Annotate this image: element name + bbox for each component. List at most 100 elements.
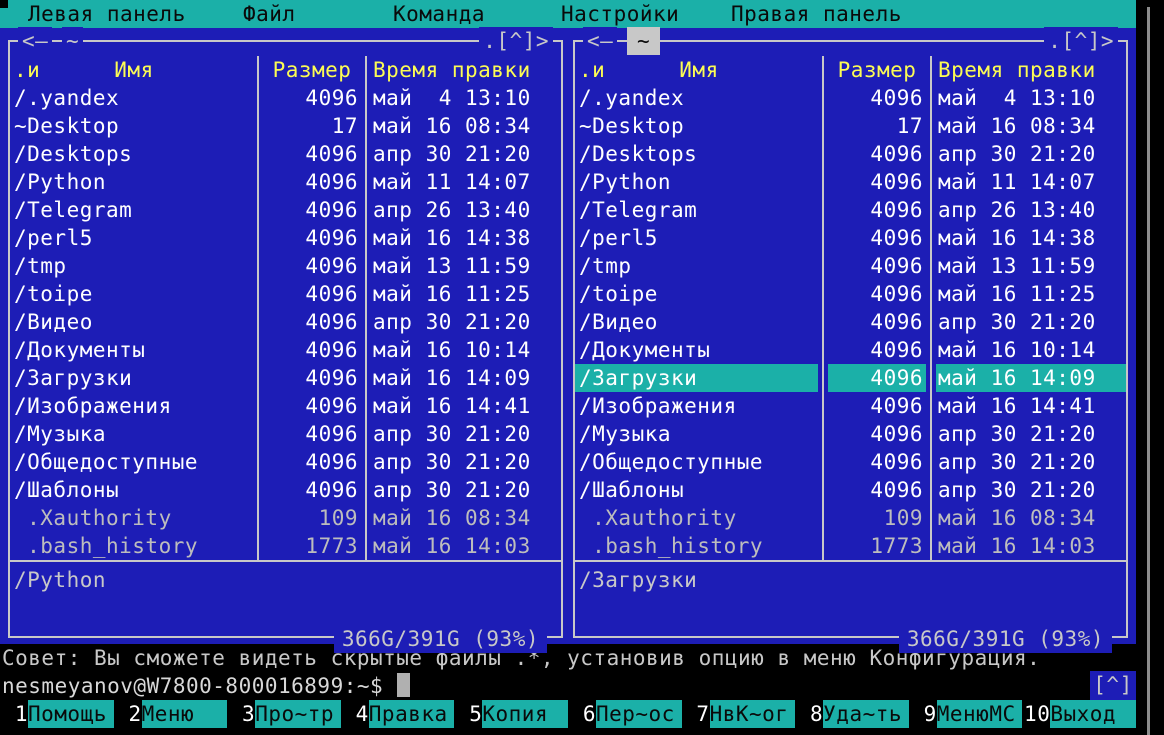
file-row[interactable]: /Видео 4096 апр 30 21:20	[10, 308, 561, 336]
panel-path-label[interactable]: ~	[627, 27, 660, 55]
file-row[interactable]: /Шаблоны 4096 апр 30 21:20	[575, 476, 1126, 504]
file-name: /Общедоступные	[10, 448, 258, 476]
file-row[interactable]: /Desktops 4096 апр 30 21:20	[575, 140, 1126, 168]
file-row[interactable]: /.yandex 4096 май 4 13:10	[10, 84, 561, 112]
menu-item-file[interactable]: Файл	[243, 0, 296, 28]
file-size: 4096	[258, 420, 366, 448]
fkey-button[interactable]: 10 Выход	[1022, 700, 1136, 728]
column-header-mtime[interactable]: Время правки	[931, 56, 1126, 84]
file-name: /Загрузки	[575, 364, 823, 392]
file-row[interactable]: /tmp 4096 май 13 11:59	[10, 252, 561, 280]
file-row[interactable]: /Telegram 4096 апр 26 13:40	[575, 196, 1126, 224]
file-row[interactable]: /Загрузки 4096 май 16 14:09	[10, 364, 561, 392]
file-size: 4096	[258, 196, 366, 224]
file-mtime: апр 26 13:40	[366, 196, 561, 224]
fkey-button[interactable]: 1 Помощь	[0, 700, 114, 728]
file-row[interactable]: /toipe 4096 май 16 11:25	[10, 280, 561, 308]
scrollbar-thumb[interactable]	[1147, 7, 1150, 735]
file-row[interactable]: .bash_history 1773 май 16 14:03	[10, 532, 561, 560]
file-name: /Музыка	[575, 420, 823, 448]
column-header-name[interactable]: .иИмя	[575, 56, 823, 84]
file-row[interactable]: /Общедоступные 4096 апр 30 21:20	[575, 448, 1126, 476]
file-mtime: апр 30 21:20	[931, 140, 1126, 168]
scroll-up-badge[interactable]: [^]	[1090, 671, 1136, 700]
fkey-button[interactable]: 5 Копия	[454, 700, 568, 728]
panel-buttons-dot-up-forward[interactable]: .[^]>	[479, 27, 553, 55]
file-name: /Общедоступные	[575, 448, 823, 476]
fkey-number: 7	[682, 700, 710, 728]
file-mtime: апр 30 21:20	[931, 476, 1126, 504]
file-mtime: май 16 08:34	[931, 504, 1126, 532]
menu-item-command[interactable]: Команда	[393, 0, 485, 28]
file-mtime: май 16 08:34	[931, 112, 1126, 140]
panel-path-label[interactable]: ~	[62, 27, 83, 55]
file-size: 4096	[258, 84, 366, 112]
fkey-button[interactable]: 8 Уда~ть	[795, 700, 909, 728]
file-size: 4096	[823, 280, 931, 308]
panel-header-row: .иИмя Размер Время правки	[10, 56, 561, 84]
file-row[interactable]: /Документы 4096 май 16 10:14	[10, 336, 561, 364]
file-name: /Музыка	[10, 420, 258, 448]
file-mtime: апр 30 21:20	[366, 448, 561, 476]
shell-command-line[interactable]: nesmeyanov@W7800-800016899:~$	[0, 672, 1102, 700]
column-header-mtime[interactable]: Время правки	[366, 56, 561, 84]
file-row[interactable]: /Шаблоны 4096 апр 30 21:20	[10, 476, 561, 504]
fkey-button[interactable]: 7 НвК~ог	[682, 700, 796, 728]
column-separator	[253, 56, 263, 560]
file-row[interactable]: /Видео 4096 апр 30 21:20	[575, 308, 1126, 336]
shell-prompt: nesmeyanov@W7800-800016899:~$	[2, 674, 383, 698]
column-header-size[interactable]: Размер	[258, 56, 366, 84]
file-mtime: апр 30 21:20	[931, 448, 1126, 476]
file-row[interactable]: /tmp 4096 май 13 11:59	[575, 252, 1126, 280]
fkey-button[interactable]: 6 Пер~ос	[568, 700, 682, 728]
menu-item-right-panel[interactable]: Правая панель	[731, 0, 902, 28]
column-header-size[interactable]: Размер	[823, 56, 931, 84]
fkey-button[interactable]: 4 Правка	[341, 700, 455, 728]
file-row[interactable]: ~Desktop 17 май 16 08:34	[10, 112, 561, 140]
file-row[interactable]: /toipe 4096 май 16 11:25	[575, 280, 1126, 308]
file-size: 4096	[823, 224, 931, 252]
file-row[interactable]: /Python 4096 май 11 14:07	[10, 168, 561, 196]
file-row[interactable]: .bash_history 1773 май 16 14:03	[575, 532, 1126, 560]
file-row[interactable]: /perl5 4096 май 16 14:38	[575, 224, 1126, 252]
fkey-number: 8	[795, 700, 823, 728]
file-row[interactable]: /Документы 4096 май 16 10:14	[575, 336, 1126, 364]
file-row[interactable]: .Xauthority 109 май 16 08:34	[575, 504, 1126, 532]
file-row[interactable]: /Музыка 4096 апр 30 21:20	[575, 420, 1126, 448]
fkey-label: Про~тр	[255, 700, 341, 728]
menu-item-options[interactable]: Настройки	[561, 0, 679, 28]
file-row[interactable]: /Изображения 4096 май 16 14:41	[10, 392, 561, 420]
file-size: 4096	[823, 308, 931, 336]
file-mtime: май 16 14:09	[366, 364, 561, 392]
file-list: .иИмя Размер Время правки /.yandex 4096 …	[10, 42, 561, 560]
file-row[interactable]: .Xauthority 109 май 16 08:34	[10, 504, 561, 532]
file-mtime: май 16 14:03	[931, 532, 1126, 560]
file-size: 4096	[258, 392, 366, 420]
history-back-icon[interactable]: <—	[583, 27, 617, 55]
file-row[interactable]: /perl5 4096 май 16 14:38	[10, 224, 561, 252]
menu-item-left-panel[interactable]: Левая панель	[28, 0, 186, 28]
file-mtime: май 16 14:38	[366, 224, 561, 252]
file-row[interactable]: /.yandex 4096 май 4 13:10	[575, 84, 1126, 112]
panel-buttons-dot-up-forward[interactable]: .[^]>	[1044, 27, 1118, 55]
file-row[interactable]: /Python 4096 май 11 14:07	[575, 168, 1126, 196]
fkey-label: Помощь	[28, 700, 114, 728]
file-row[interactable]: /Общедоступные 4096 апр 30 21:20	[10, 448, 561, 476]
fkey-button[interactable]: 9 МенюМС	[909, 700, 1023, 728]
file-name: .Xauthority	[10, 504, 258, 532]
fkey-button[interactable]: 2 Меню	[114, 700, 228, 728]
file-row[interactable]: /Загрузки 4096 май 16 14:09	[575, 364, 1126, 392]
file-name: /Шаблоны	[575, 476, 823, 504]
file-row[interactable]: /Telegram 4096 апр 26 13:40	[10, 196, 561, 224]
history-back-icon[interactable]: <—	[18, 27, 52, 55]
file-mtime: апр 26 13:40	[931, 196, 1126, 224]
fkey-button[interactable]: 3 Про~тр	[227, 700, 341, 728]
column-header-name[interactable]: .иИмя	[10, 56, 258, 84]
file-mtime: май 13 11:59	[931, 252, 1126, 280]
file-row[interactable]: /Музыка 4096 апр 30 21:20	[10, 420, 561, 448]
file-row[interactable]: ~Desktop 17 май 16 08:34	[575, 112, 1126, 140]
fkey-number: 6	[568, 700, 596, 728]
file-row[interactable]: /Desktops 4096 апр 30 21:20	[10, 140, 561, 168]
terminal-scrollbar[interactable]	[1136, 0, 1164, 735]
file-row[interactable]: /Изображения 4096 май 16 14:41	[575, 392, 1126, 420]
